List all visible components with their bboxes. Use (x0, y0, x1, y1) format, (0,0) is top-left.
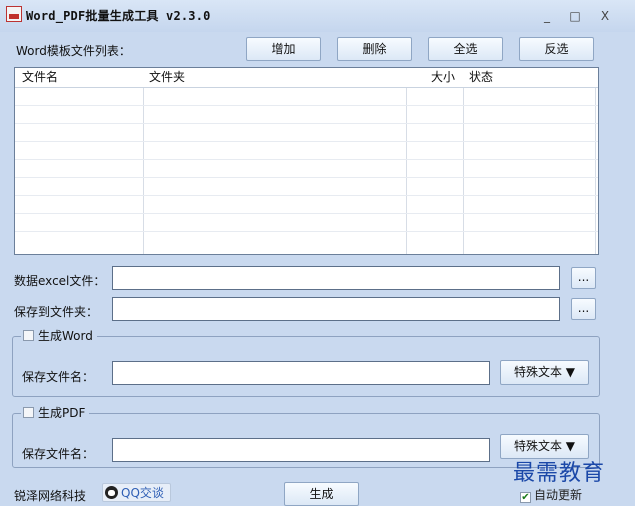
column-divider (463, 68, 464, 254)
select-all-button[interactable]: 全选 (428, 37, 503, 61)
word-group-label: 生成Word (38, 329, 93, 343)
save-folder-input[interactable] (112, 297, 560, 321)
auto-update-option[interactable]: ✔ 自动更新 (520, 486, 582, 503)
word-filename-input[interactable] (112, 361, 490, 385)
pdf-filename-label: 保存文件名： (22, 447, 95, 461)
column-header-status[interactable]: 状态 (465, 68, 595, 87)
app-icon (6, 6, 22, 22)
save-folder-browse-button[interactable]: ... (571, 298, 596, 320)
save-folder-label: 保存到文件夹： (14, 305, 99, 319)
pdf-checkbox[interactable] (23, 407, 34, 418)
app-window: Word_PDF批量生成工具 v2.3.0 _ □ X Word模板文件列表： … (0, 0, 635, 506)
row-divider (15, 105, 598, 106)
minimize-button[interactable]: _ (536, 6, 558, 26)
pdf-filename-input[interactable] (112, 438, 490, 462)
word-group-title[interactable]: 生成Word (21, 328, 97, 344)
row-divider (15, 177, 598, 178)
generate-button[interactable]: 生成 (284, 482, 359, 506)
data-file-browse-button[interactable]: ... (571, 267, 596, 289)
row-divider (15, 195, 598, 196)
qq-penguin-icon (105, 486, 118, 499)
row-divider (15, 213, 598, 214)
qq-chat-link[interactable]: QQ交谈 (102, 483, 171, 502)
pdf-group-label: 生成PDF (38, 406, 86, 420)
template-list-label: Word模板文件列表： (16, 44, 131, 58)
data-file-input[interactable] (112, 266, 560, 290)
column-divider (406, 68, 407, 254)
word-filename-label: 保存文件名： (22, 370, 95, 384)
window-title: Word_PDF批量生成工具 v2.3.0 (26, 9, 211, 23)
add-button[interactable]: 增加 (246, 37, 321, 61)
template-file-list[interactable]: 文件名 文件夹 大小 状态 (14, 67, 599, 255)
watermark: 最需教育 (513, 461, 606, 486)
pdf-group-title[interactable]: 生成PDF (21, 405, 90, 421)
company-label: 锐泽网络科技 (14, 489, 87, 503)
list-header: 文件名 文件夹 大小 状态 (15, 68, 598, 88)
word-special-text-button[interactable]: 特殊文本 ▼ (500, 360, 589, 385)
column-header-filename[interactable]: 文件名 (18, 68, 143, 87)
row-divider (15, 231, 598, 232)
data-file-label: 数据excel文件： (14, 274, 106, 288)
maximize-button[interactable]: □ (564, 6, 586, 26)
invert-selection-button[interactable]: 反选 (519, 37, 594, 61)
auto-update-label: 自动更新 (534, 488, 583, 502)
row-divider (15, 141, 598, 142)
row-divider (15, 159, 598, 160)
title-bar: Word_PDF批量生成工具 v2.3.0 _ □ X (0, 0, 635, 32)
column-divider (143, 68, 144, 254)
word-checkbox[interactable] (23, 330, 34, 341)
row-divider (15, 123, 598, 124)
close-button[interactable]: X (594, 6, 616, 26)
column-header-folder[interactable]: 文件夹 (145, 68, 405, 87)
delete-button[interactable]: 删除 (337, 37, 412, 61)
column-divider (595, 68, 596, 254)
column-header-size[interactable]: 大小 (427, 68, 463, 87)
auto-update-checkbox[interactable]: ✔ (520, 492, 531, 503)
qq-chat-label: QQ交谈 (121, 486, 164, 500)
